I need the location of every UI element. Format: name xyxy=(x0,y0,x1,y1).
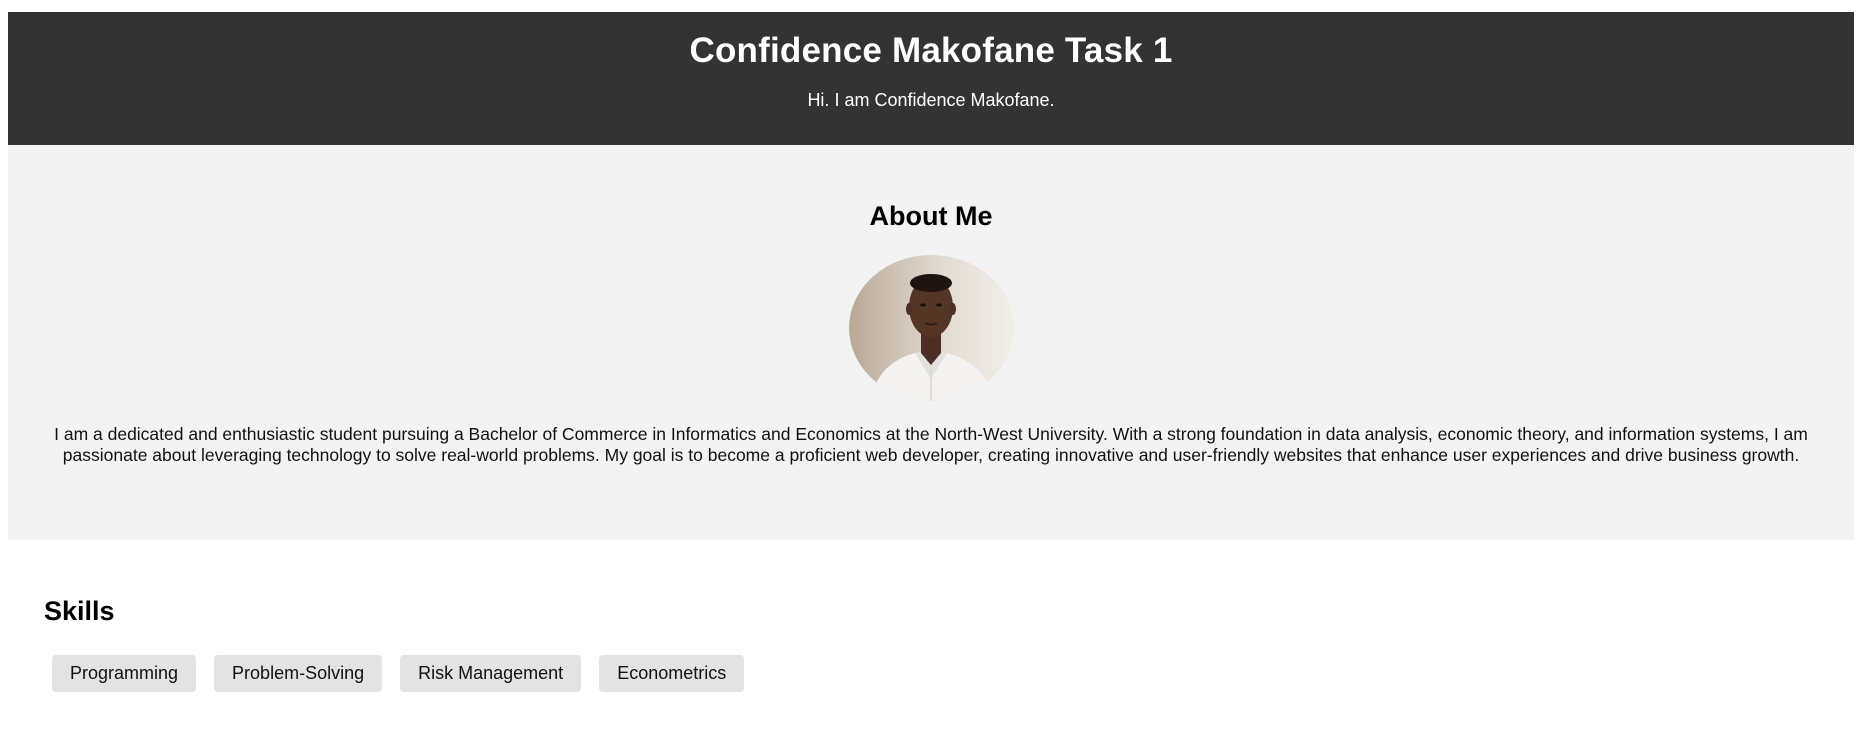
site-header: Confidence Makofane Task 1 Hi. I am Conf… xyxy=(8,12,1854,145)
skills-heading: Skills xyxy=(44,596,115,626)
greeting-text: Hi. I am Confidence Makofane. xyxy=(807,90,1055,110)
about-paragraph: I am a dedicated and enthusiastic studen… xyxy=(54,424,1808,465)
skill-tag-programming: Programming xyxy=(52,655,197,692)
skill-tag-risk-management: Risk Management xyxy=(400,655,582,692)
about-section: About Me I am a dedicated and enthusiast… xyxy=(8,145,1854,540)
profile-photo xyxy=(848,255,1014,401)
page: Confidence Makofane Task 1 Hi. I am Conf… xyxy=(8,12,1854,692)
skill-tag-econometrics: Econometrics xyxy=(599,655,745,692)
page-title: Confidence Makofane Task 1 xyxy=(689,31,1173,70)
about-heading: About Me xyxy=(869,201,993,231)
skills-section: Skills Programming Problem-Solving Risk … xyxy=(8,540,1854,692)
skill-tag-problem-solving: Problem-Solving xyxy=(214,655,383,692)
skills-list: Programming Problem-Solving Risk Managem… xyxy=(44,655,1854,692)
